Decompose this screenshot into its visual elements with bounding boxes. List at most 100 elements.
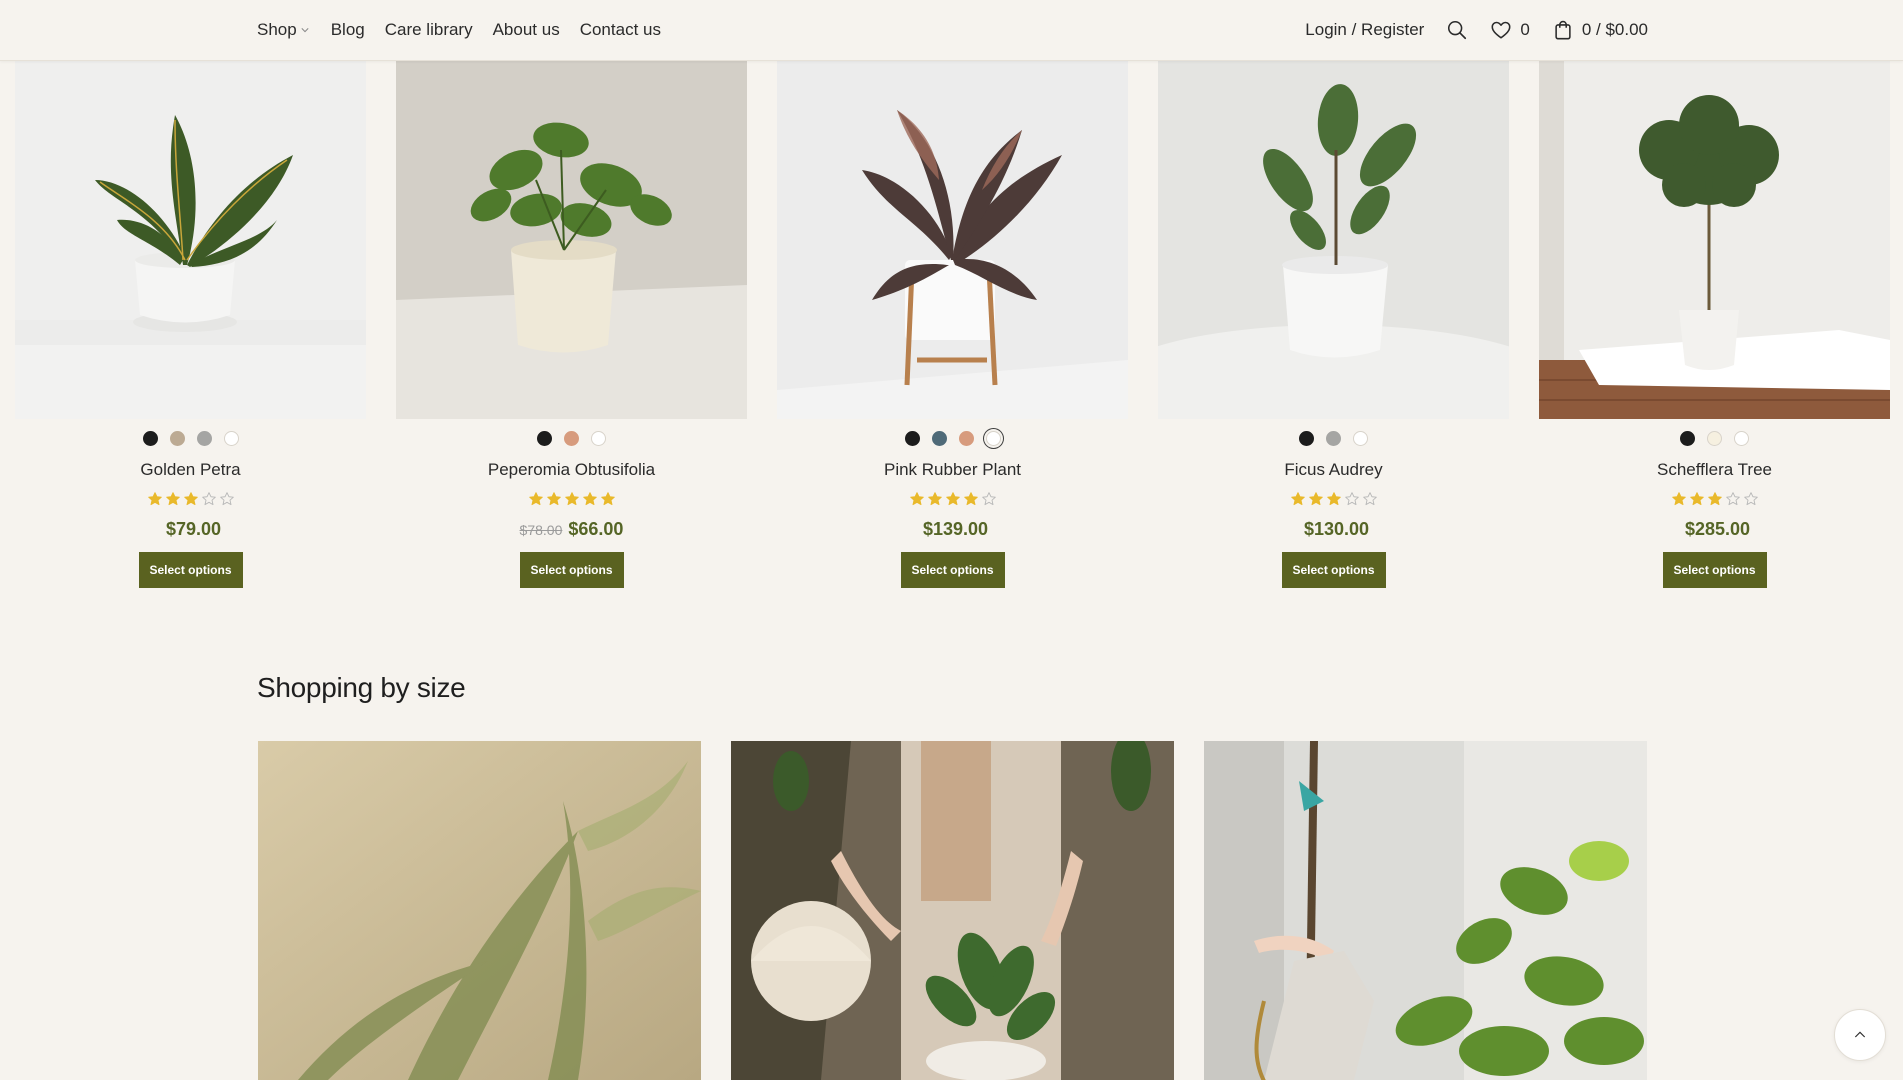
star-filled-icon — [564, 492, 579, 506]
star-empty-icon — [1725, 492, 1740, 506]
color-swatch[interactable] — [1326, 431, 1341, 446]
size-category-card[interactable] — [258, 741, 701, 1080]
nav-item-care-library[interactable]: Care library — [385, 20, 473, 40]
product-name[interactable]: Golden Petra — [15, 460, 366, 480]
product-card: Schefflera Tree $285.00 Select options — [1539, 60, 1890, 588]
product-name[interactable]: Peperomia Obtusifolia — [396, 460, 747, 480]
select-options-button[interactable]: Select options — [138, 552, 243, 588]
product-name[interactable]: Schefflera Tree — [1539, 460, 1890, 480]
star-filled-icon — [1290, 492, 1305, 506]
star-empty-icon — [1344, 492, 1359, 506]
color-swatch[interactable] — [1353, 431, 1368, 446]
wishlist-count: 0 — [1520, 20, 1530, 39]
wishlist-button[interactable]: 0 — [1490, 19, 1530, 41]
category-image — [731, 741, 1174, 1080]
rating-stars — [396, 491, 747, 508]
star-filled-icon — [1707, 492, 1722, 506]
select-options-button[interactable]: Select options — [1662, 552, 1767, 588]
header-actions: Login / Register 0 0 / $0.00 — [1305, 0, 1648, 60]
nav-item-contact-us[interactable]: Contact us — [580, 20, 661, 40]
back-to-top-button[interactable] — [1834, 1009, 1886, 1061]
section-title: Shopping by size — [257, 672, 466, 703]
select-options-button[interactable]: Select options — [1281, 552, 1386, 588]
star-filled-icon — [165, 492, 180, 506]
current-price: $130.00 — [1303, 519, 1370, 539]
color-swatch[interactable] — [958, 431, 974, 446]
nav-item-shop[interactable]: Shop — [257, 20, 311, 40]
star-filled-icon — [600, 492, 615, 506]
product-price: $285.00 — [1539, 519, 1890, 540]
select-options-button[interactable]: Select options — [519, 552, 624, 588]
product-name[interactable]: Pink Rubber Plant — [777, 460, 1128, 480]
color-swatch[interactable] — [1299, 431, 1314, 446]
color-swatches — [777, 431, 1128, 448]
star-filled-icon — [1671, 492, 1686, 506]
color-swatch[interactable] — [1707, 431, 1722, 446]
color-swatch[interactable] — [591, 431, 606, 446]
product-image[interactable] — [777, 60, 1128, 419]
product-image[interactable] — [1158, 60, 1509, 419]
category-image — [1204, 741, 1647, 1080]
color-swatch[interactable] — [564, 431, 579, 446]
product-price: $130.00 — [1158, 519, 1509, 540]
color-swatch[interactable] — [223, 431, 239, 446]
star-empty-icon — [1743, 492, 1758, 506]
color-swatches — [396, 431, 747, 448]
size-category-card[interactable] — [1204, 741, 1647, 1080]
old-price: $78.00 — [519, 522, 563, 538]
star-filled-icon — [927, 492, 942, 506]
color-swatches — [1158, 431, 1509, 448]
product-image[interactable] — [396, 60, 747, 419]
color-swatch[interactable] — [537, 431, 552, 446]
star-empty-icon — [1362, 492, 1377, 506]
star-filled-icon — [1689, 492, 1704, 506]
cart-button[interactable]: 0 / $0.00 — [1552, 19, 1648, 41]
size-category-card[interactable] — [731, 741, 1174, 1080]
star-filled-icon — [528, 492, 543, 506]
star-empty-icon — [981, 492, 996, 506]
nav-item-about-us[interactable]: About us — [493, 20, 560, 40]
search-icon[interactable] — [1446, 19, 1468, 41]
star-filled-icon — [1308, 492, 1323, 506]
rating-stars — [1539, 491, 1890, 508]
select-options-button[interactable]: Select options — [900, 552, 1005, 588]
current-price: $285.00 — [1684, 519, 1751, 539]
color-swatch[interactable] — [142, 431, 158, 446]
nav-item-blog[interactable]: Blog — [331, 20, 365, 40]
color-swatch[interactable] — [1680, 431, 1695, 446]
product-card: Ficus Audrey $130.00 Select options — [1158, 60, 1509, 588]
current-price: $79.00 — [165, 519, 222, 539]
rating-stars — [15, 491, 366, 508]
product-name[interactable]: Ficus Audrey — [1158, 460, 1509, 480]
product-image[interactable] — [15, 60, 366, 419]
star-empty-icon — [201, 492, 216, 506]
nav-item-label: Shop — [257, 20, 297, 39]
rating-stars — [777, 491, 1128, 508]
login-register-link[interactable]: Login / Register — [1305, 20, 1424, 40]
color-swatch[interactable] — [1734, 431, 1749, 446]
star-filled-icon — [546, 492, 561, 506]
shopping-bag-icon — [1552, 19, 1574, 41]
product-price: $139.00 — [777, 519, 1128, 540]
star-filled-icon — [147, 492, 162, 506]
product-image[interactable] — [1539, 60, 1890, 419]
product-price: $78.00 $66.00 — [396, 519, 747, 540]
color-swatch[interactable] — [985, 431, 1001, 446]
current-price: $66.00 — [568, 519, 624, 539]
color-swatch[interactable] — [196, 431, 212, 446]
star-filled-icon — [963, 492, 978, 506]
chevron-up-icon — [1852, 1027, 1868, 1043]
rating-stars — [1158, 491, 1509, 508]
color-swatch[interactable] — [931, 431, 947, 446]
color-swatch[interactable] — [904, 431, 920, 446]
star-filled-icon — [909, 492, 924, 506]
main-nav: Shop Blog Care library About us Contact … — [257, 0, 661, 60]
chevron-down-icon — [301, 25, 311, 35]
product-card: Pink Rubber Plant $139.00 Select options — [777, 60, 1128, 588]
star-empty-icon — [219, 492, 234, 506]
cart-total: 0 / $0.00 — [1581, 20, 1648, 39]
star-filled-icon — [582, 492, 597, 506]
star-filled-icon — [945, 492, 960, 506]
color-swatch[interactable] — [169, 431, 185, 446]
star-filled-icon — [1326, 492, 1341, 506]
